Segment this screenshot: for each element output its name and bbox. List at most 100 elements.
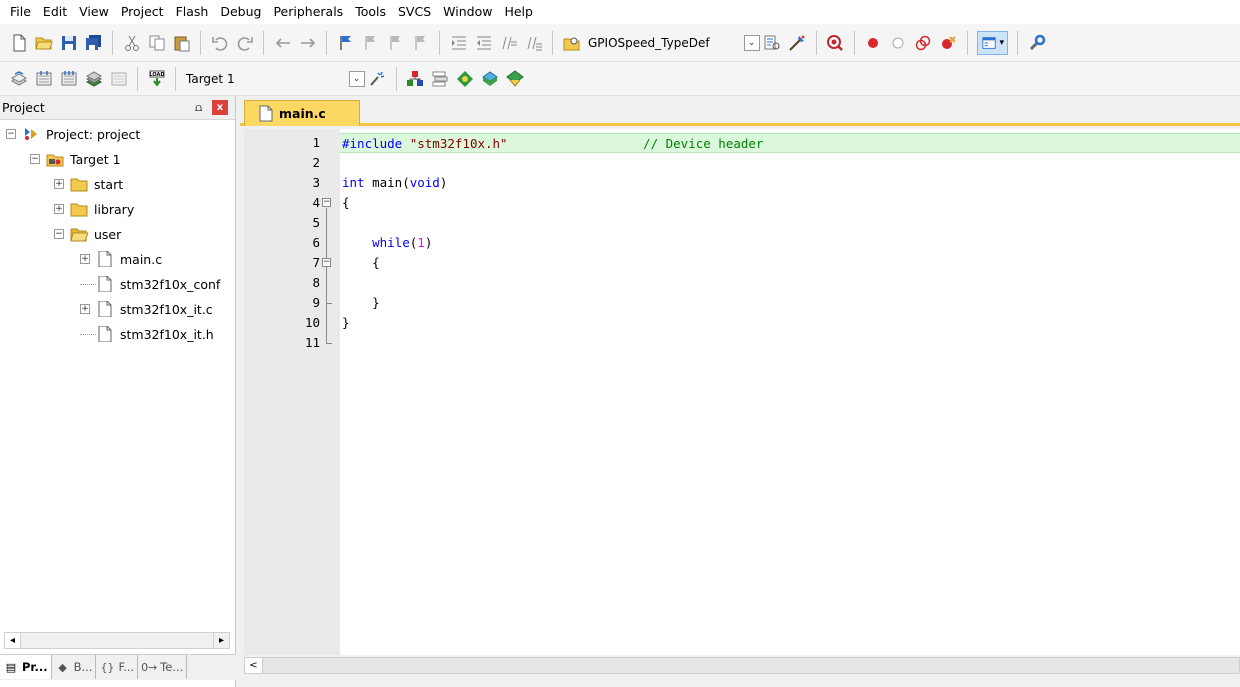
open-folder-icon[interactable] [33, 32, 55, 54]
uncomment-icon[interactable] [523, 32, 545, 54]
disable-all-breakpoints-icon[interactable] [912, 32, 934, 54]
insert-breakpoint-icon[interactable] [862, 32, 884, 54]
tab-project-tab[interactable]: ▤ Pr... [0, 655, 52, 679]
window-layout-button[interactable]: ▾ [976, 30, 1009, 55]
code-line[interactable]: int main(void) [340, 173, 1240, 193]
next-bookmark-icon[interactable] [385, 32, 407, 54]
project-horizontal-scrollbar[interactable]: ◂ ▸ [4, 632, 230, 649]
tree-item[interactable]: − Target 1 [30, 147, 121, 171]
menu-help[interactable]: Help [498, 0, 539, 24]
expand-icon[interactable]: + [80, 254, 90, 264]
target-combo-dropdown-icon[interactable]: ⌄ [348, 70, 365, 87]
clear-bookmarks-icon[interactable] [410, 32, 432, 54]
target-options-icon[interactable] [366, 68, 388, 90]
bookmark-icon[interactable] [335, 32, 357, 54]
code-line[interactable]: #include "stm32f10x.h" // Device header [340, 133, 1240, 153]
fold-end [326, 343, 332, 344]
menu-edit[interactable]: Edit [37, 0, 73, 24]
disable-breakpoint-icon[interactable] [887, 32, 909, 54]
save-icon[interactable] [58, 32, 80, 54]
rebuild-icon[interactable] [58, 68, 80, 90]
collapse-icon[interactable]: − [6, 129, 16, 139]
tree-item[interactable]: + main.c [80, 247, 162, 271]
menu-debug[interactable]: Debug [214, 0, 267, 24]
folder-open-icon [70, 226, 88, 242]
pack-installer-icon[interactable] [479, 68, 501, 90]
expand-icon[interactable]: + [80, 304, 90, 314]
find-combo[interactable]: GPIOSpeed_TypeDef ⌄ [584, 32, 760, 54]
pack-update-icon[interactable] [504, 68, 526, 90]
translate-icon[interactable] [8, 68, 30, 90]
tree-item[interactable]: − user [54, 222, 121, 246]
expand-icon[interactable]: + [54, 204, 64, 214]
tree-item[interactable]: + start [54, 172, 123, 196]
code-line[interactable]: } [340, 313, 1240, 333]
find-combo-dropdown-icon[interactable]: ⌄ [743, 34, 760, 51]
tab-books-tab[interactable]: ◆ B... [52, 655, 97, 679]
batch-build-icon[interactable] [83, 68, 105, 90]
editor-horizontal-scrollbar[interactable]: < [244, 657, 1240, 674]
download-load-icon[interactable]: LOAD [146, 68, 168, 90]
menu-peripherals[interactable]: Peripherals [267, 0, 349, 24]
undo-icon[interactable] [209, 32, 231, 54]
menu-svcs[interactable]: SVCS [392, 0, 437, 24]
scroll-left-icon[interactable]: ◂ [5, 633, 21, 648]
fold-collapse-icon[interactable]: − [322, 198, 331, 207]
redo-icon[interactable] [234, 32, 256, 54]
new-file-icon[interactable] [8, 32, 30, 54]
incremental-find-icon[interactable] [761, 32, 783, 54]
navigate-back-icon[interactable] [272, 32, 294, 54]
cut-icon[interactable] [121, 32, 143, 54]
collapse-icon[interactable]: − [54, 229, 64, 239]
paste-icon[interactable] [171, 32, 193, 54]
prev-bookmark-icon[interactable] [360, 32, 382, 54]
stop-build-icon[interactable] [108, 68, 130, 90]
save-all-icon[interactable] [83, 32, 105, 54]
menu-window[interactable]: Window [437, 0, 498, 24]
tree-item[interactable]: − Project: project [6, 122, 140, 146]
menu-tools[interactable]: Tools [349, 0, 392, 24]
code-line[interactable]: { [340, 253, 1240, 273]
code-line[interactable]: { [340, 193, 1240, 213]
tab-main-c[interactable]: main.c [244, 100, 360, 126]
kill-all-breakpoints-icon[interactable] [937, 32, 959, 54]
tree-item[interactable]: + library [54, 197, 134, 221]
tree-item[interactable]: + stm32f10x_it.c [80, 297, 213, 321]
configure-wrench-icon[interactable] [1026, 32, 1048, 54]
pin-icon[interactable]: ⩍ [195, 101, 202, 115]
code-line[interactable] [340, 333, 1240, 353]
tab-functions-tab[interactable]: {} F... [96, 655, 139, 679]
scroll-right-icon[interactable]: ▸ [213, 633, 229, 648]
menu-file[interactable]: File [4, 0, 37, 24]
code-line[interactable] [340, 273, 1240, 293]
target-combo[interactable]: Target 1 ⌄ [182, 68, 365, 90]
code-line[interactable]: while(1) [340, 233, 1240, 253]
tab-templates-tab[interactable]: 0→ Te... [138, 655, 188, 679]
code-line[interactable]: } [340, 293, 1240, 313]
indent-icon[interactable] [448, 32, 470, 54]
select-packs-icon[interactable] [429, 68, 451, 90]
tree-item[interactable]: stm32f10x_conf [80, 272, 220, 296]
fold-collapse-icon[interactable]: − [322, 258, 331, 267]
menu-view[interactable]: View [73, 0, 115, 24]
expand-icon[interactable]: + [54, 179, 64, 189]
menu-flash[interactable]: Flash [170, 0, 215, 24]
navigate-forward-icon[interactable] [297, 32, 319, 54]
find-in-files-icon[interactable] [561, 32, 583, 54]
code-line[interactable] [340, 213, 1240, 233]
copy-icon[interactable] [146, 32, 168, 54]
unindent-icon[interactable] [473, 32, 495, 54]
scroll-left-icon[interactable]: < [245, 658, 263, 673]
build-icon[interactable] [33, 68, 55, 90]
replace-icon[interactable] [786, 32, 808, 54]
code-editor[interactable]: #include "stm32f10x.h" // Device header i… [340, 129, 1240, 655]
manage-project-items-icon[interactable] [404, 68, 426, 90]
menu-project[interactable]: Project [115, 0, 170, 24]
code-line[interactable] [340, 153, 1240, 173]
collapse-icon[interactable]: − [30, 154, 40, 164]
debug-session-icon[interactable] [824, 32, 846, 54]
comment-icon[interactable] [498, 32, 520, 54]
tree-item[interactable]: stm32f10x_it.h [80, 322, 214, 346]
manage-rte-icon[interactable] [454, 68, 476, 90]
close-icon[interactable]: x [212, 100, 228, 115]
